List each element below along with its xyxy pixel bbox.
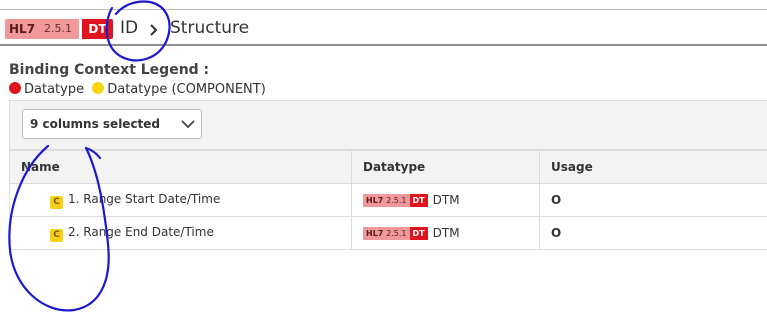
name-cell: C 1. Range Start Date/Time [9,183,352,217]
table-row: C 1. Range Start Date/Time HL7 2.5.1 DT DTM… [9,183,767,217]
component-badge: C [50,228,63,242]
component-name[interactable]: 1. Range Start Date/Time [68,192,220,206]
dt-mini-badge: DT [409,194,428,207]
column-header-name[interactable]: Name [9,150,352,184]
usage-cell: O [539,216,767,250]
structure-table: Name Datatype Usage C 1. Range Start Date… [9,150,767,250]
table-header-row: Name Datatype Usage [9,150,767,184]
component-badge: C [50,195,63,209]
column-header-datatype[interactable]: Datatype [351,150,540,184]
chevron-down-icon [181,120,195,129]
datatype-link[interactable]: DTM [433,226,460,240]
column-header-usage[interactable]: Usage [539,150,767,184]
chevron-right-icon [149,22,159,41]
table-row: C 2. Range End Date/Time HL7 2.5.1 DT DTM O [9,216,767,250]
breadcrumb-id[interactable]: ID [120,18,138,38]
table-toolbar: 9 columns selected [9,100,767,150]
dt-mini-badge: DT [409,227,428,240]
legend-item-datatype-component: Datatype (COMPONENT) [107,82,266,97]
usage-cell: O [539,183,767,217]
legend: Datatype Datatype (COMPONENT) [9,82,270,98]
legend-item-datatype: Datatype [24,82,85,97]
yellow-dot-icon [92,82,105,94]
column-selector-dropdown[interactable]: 9 columns selected [22,109,202,139]
datatype-link[interactable]: DTM [433,193,460,207]
hl7-mini-badge: HL7 2.5.1 [363,227,410,240]
page-title: Structure [170,18,250,38]
red-dot-icon [9,82,21,94]
hl7-mini-badge: HL7 2.5.1 [363,194,410,207]
datatype-cell: HL7 2.5.1 DT DTM [351,216,540,250]
hl7-version-badge: HL7 2.5.1 [5,19,79,39]
hl7-version: 2.5.1 [44,22,72,35]
dt-badge: DT [82,19,113,39]
legend-title: Binding Context Legend : [9,62,210,78]
hl7-label: HL7 [9,22,36,36]
name-cell: C 2. Range End Date/Time [9,216,352,250]
page-header: HL7 2.5.1 DT ID Structure [0,10,767,46]
component-name[interactable]: 2. Range End Date/Time [68,225,214,239]
datatype-cell: HL7 2.5.1 DT DTM [351,183,540,217]
column-selector-value: 9 columns selected [30,117,161,131]
